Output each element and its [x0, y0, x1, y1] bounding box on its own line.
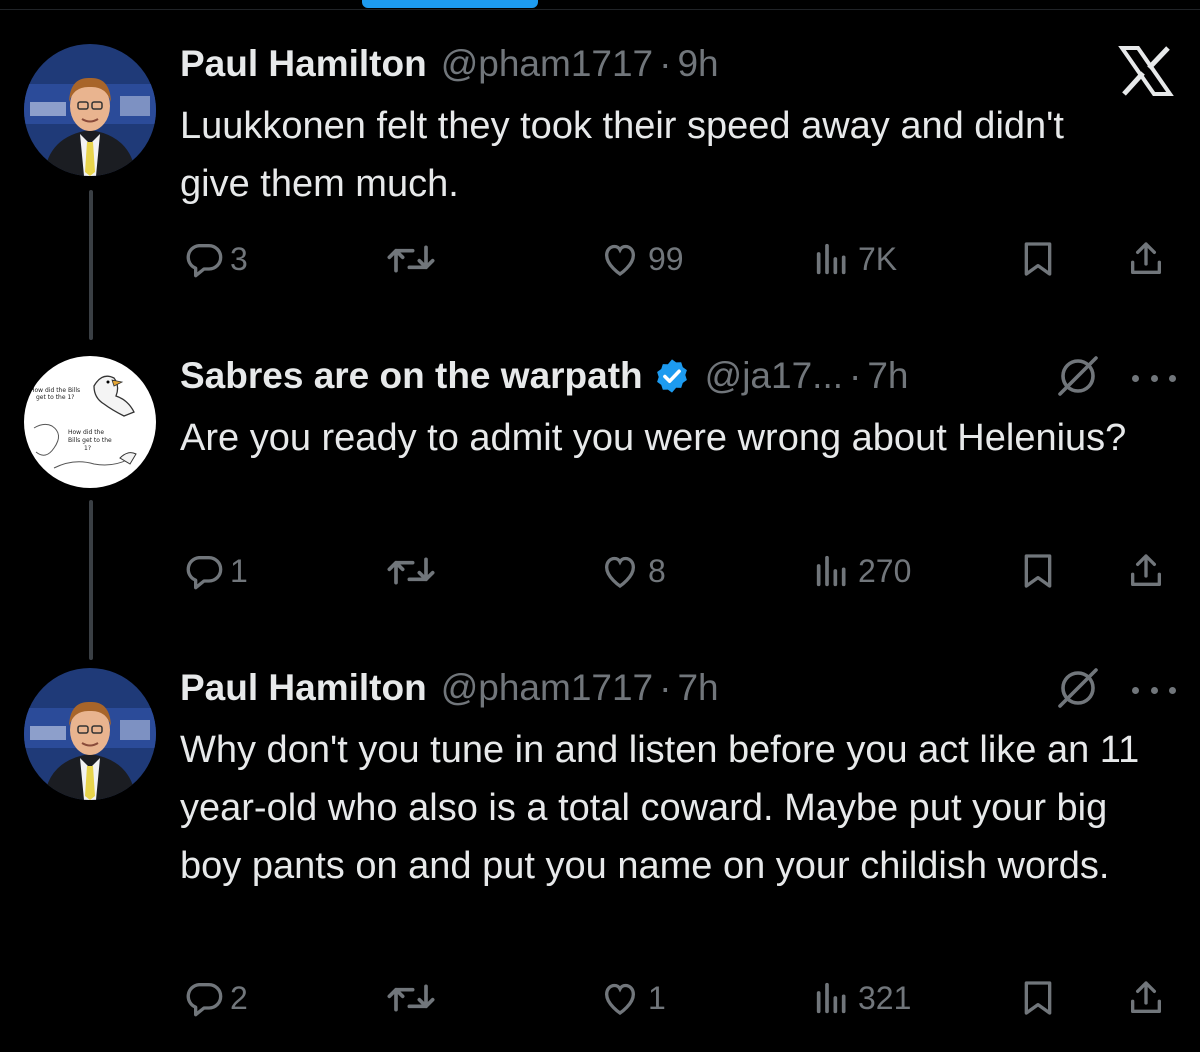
thread-connector: [89, 190, 93, 340]
like-button[interactable]: 8: [598, 546, 666, 596]
reply-button[interactable]: 2: [184, 973, 248, 1023]
share-icon: [1131, 981, 1161, 1013]
bookmark-button[interactable]: [1018, 973, 1058, 1023]
separator: ·: [659, 667, 672, 708]
tweet-actions: 2 1 321: [180, 973, 1180, 1023]
bookmark-icon: [1024, 981, 1052, 1015]
share-button[interactable]: [1126, 234, 1166, 284]
retweet-icon: [387, 984, 435, 1012]
reply-icon: [186, 556, 223, 590]
timestamp[interactable]: 9h: [677, 42, 718, 86]
retweet-icon: [387, 557, 435, 585]
tweet-header: Paul Hamilton @pham1717 · 9h: [180, 42, 719, 86]
author-name[interactable]: Paul Hamilton: [180, 42, 427, 86]
x-logo-icon[interactable]: [1118, 46, 1174, 96]
reply-icon: [186, 244, 223, 278]
tweet-header: Sabres are on the warpath @ja17... · 7h: [180, 354, 909, 398]
top-divider: [0, 9, 1200, 10]
retweet-button[interactable]: [386, 234, 436, 284]
tweet-actions: 1 8 270: [180, 546, 1180, 596]
svg-text:get to the 1?: get to the 1?: [36, 394, 74, 401]
bookmark-icon: [1024, 554, 1052, 588]
views-icon: [816, 243, 846, 275]
more-icon[interactable]: [1132, 370, 1176, 386]
reply-icon: [186, 983, 223, 1017]
reply-button[interactable]: 3: [184, 234, 248, 284]
view-count: 321: [858, 979, 912, 1016]
reply-count: 2: [230, 979, 248, 1016]
views-icon: [816, 555, 846, 587]
author-handle[interactable]: @ja17...: [705, 354, 843, 398]
like-icon: [604, 244, 636, 276]
like-button[interactable]: 1: [598, 973, 666, 1023]
views-button[interactable]: 321: [812, 973, 911, 1023]
tweet-actions: 3 99 7K: [180, 234, 1180, 284]
views-button[interactable]: 270: [812, 546, 911, 596]
thread-connector: [89, 500, 93, 660]
retweet-button[interactable]: [386, 546, 436, 596]
like-count: 99: [648, 240, 684, 277]
share-icon: [1131, 554, 1161, 586]
separator: ·: [659, 43, 672, 84]
views-icon: [816, 982, 846, 1014]
tweet-text: Are you ready to admit you were wrong ab…: [180, 417, 1127, 459]
share-icon: [1131, 242, 1161, 274]
like-count: 8: [648, 552, 666, 589]
tweet-header: Paul Hamilton @pham1717 · 7h: [180, 666, 719, 710]
avatar-paul-hamilton[interactable]: [24, 668, 156, 800]
views-button[interactable]: 7K: [812, 234, 897, 284]
like-button[interactable]: 99: [598, 234, 684, 284]
author-handle[interactable]: @pham1717: [441, 42, 653, 86]
scroll-indicator[interactable]: [362, 0, 538, 8]
mute-icon[interactable]: [1054, 664, 1102, 712]
separator: ·: [849, 355, 862, 396]
tweet-text: Luukkonen felt they took their speed awa…: [180, 105, 1075, 205]
timestamp[interactable]: 7h: [677, 666, 718, 710]
reply-count: 3: [230, 240, 248, 277]
retweet-icon: [387, 245, 435, 273]
bookmark-button[interactable]: [1018, 234, 1058, 284]
avatar-sabres-meme[interactable]: How did the Bills get to the 1? How did …: [24, 356, 156, 488]
author-name[interactable]: Sabres are on the warpath: [180, 354, 643, 398]
reply-count: 1: [230, 552, 248, 589]
like-icon: [604, 556, 636, 588]
like-icon: [604, 983, 636, 1015]
view-count: 7K: [858, 240, 898, 277]
more-icon[interactable]: [1132, 682, 1176, 698]
svg-text:How did the Bills: How did the Bills: [30, 387, 80, 394]
reply-button[interactable]: 1: [184, 546, 248, 596]
svg-text:How did the: How did the: [68, 429, 104, 436]
timestamp[interactable]: 7h: [867, 354, 908, 398]
retweet-button[interactable]: [386, 973, 436, 1023]
author-name[interactable]: Paul Hamilton: [180, 666, 427, 710]
verified-badge-icon[interactable]: [653, 357, 691, 395]
svg-text:1?: 1?: [84, 445, 91, 452]
share-button[interactable]: [1126, 546, 1166, 596]
tweet-text: Why don't you tune in and listen before …: [180, 729, 1150, 887]
author-handle[interactable]: @pham1717: [441, 666, 653, 710]
like-count: 1: [648, 979, 666, 1016]
bookmark-button[interactable]: [1018, 546, 1058, 596]
svg-text:Bills get to the: Bills get to the: [68, 437, 112, 444]
share-button[interactable]: [1126, 973, 1166, 1023]
view-count: 270: [858, 552, 912, 589]
mute-icon[interactable]: [1054, 352, 1102, 400]
bookmark-icon: [1024, 242, 1052, 276]
avatar-paul-hamilton[interactable]: [24, 44, 156, 176]
